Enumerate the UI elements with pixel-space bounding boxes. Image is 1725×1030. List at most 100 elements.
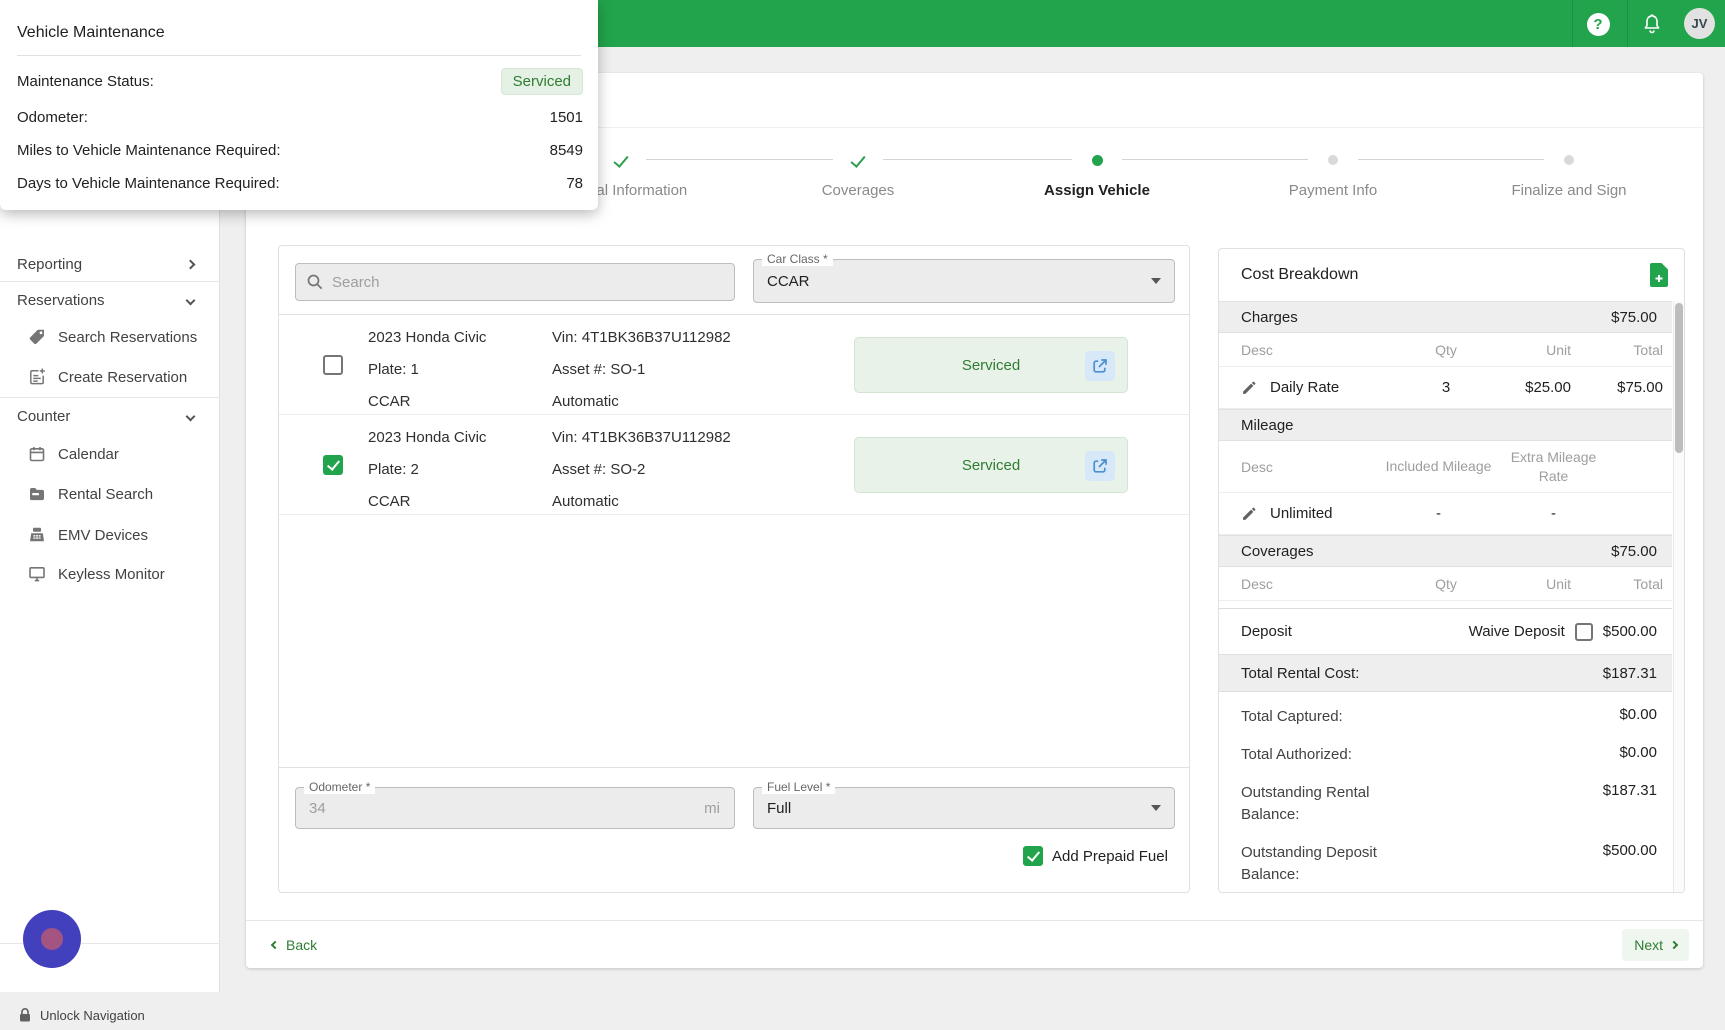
mileage-column-headers: Desc Included Mileage Extra Mileage Rate bbox=[1219, 441, 1672, 493]
charges-total: $75.00 bbox=[1611, 309, 1657, 326]
vehicle-asset: Asset #: SO-1 bbox=[552, 354, 832, 386]
vehicle-row[interactable]: 2023 Honda Civic Plate: 2 CCAR Vin: 4T1B… bbox=[279, 415, 1189, 515]
sidebar-item-emv-devices[interactable]: EMV Devices bbox=[0, 518, 220, 552]
cost-breakdown-panel: Cost Breakdown Charges $75.00 Desc Qty U… bbox=[1218, 248, 1685, 893]
back-button[interactable]: Back bbox=[260, 929, 329, 961]
vehicle-model: 2023 Honda Civic bbox=[368, 322, 548, 354]
days-to-maintenance-row: Days to Vehicle Maintenance Required: 78 bbox=[17, 175, 583, 192]
vehicle-maintenance-popup: Vehicle Maintenance Maintenance Status: … bbox=[0, 0, 598, 210]
chevron-right-icon bbox=[186, 259, 196, 269]
next-button[interactable]: Next bbox=[1622, 929, 1689, 961]
outstanding-rental-balance-row: Outstanding Rental Balance: $187.31 bbox=[1219, 774, 1672, 834]
popup-title: Vehicle Maintenance bbox=[17, 0, 581, 42]
coverages-section-header: Coverages $75.00 bbox=[1219, 535, 1672, 567]
pending-step-dot bbox=[1328, 155, 1338, 165]
payment-terminal-icon bbox=[27, 525, 47, 545]
avatar[interactable]: JV bbox=[1684, 8, 1715, 39]
vehicle-asset: Asset #: SO-2 bbox=[552, 454, 832, 486]
search-input[interactable] bbox=[332, 274, 712, 291]
waive-deposit-checkbox[interactable] bbox=[1575, 623, 1593, 641]
maintenance-status-button[interactable]: Serviced bbox=[854, 337, 1128, 393]
add-prepaid-fuel-toggle[interactable]: Add Prepaid Fuel bbox=[1023, 846, 1168, 866]
sidebar-item-rental-search[interactable]: Rental Search bbox=[0, 477, 220, 511]
unlock-navigation-button[interactable]: Unlock Navigation bbox=[0, 1000, 220, 1030]
spacer bbox=[1219, 601, 1672, 608]
vehicle-search[interactable] bbox=[295, 263, 735, 301]
tag-icon bbox=[27, 327, 47, 347]
total-captured-row: Total Captured: $0.00 bbox=[1219, 698, 1672, 736]
help-icon: ? bbox=[1587, 13, 1610, 36]
dropdown-caret-icon bbox=[1151, 805, 1161, 811]
chevron-left-icon bbox=[271, 941, 279, 949]
charges-section-header: Charges $75.00 bbox=[1219, 301, 1672, 333]
car-class-select[interactable]: Car Class * CCAR bbox=[753, 259, 1175, 303]
external-link-button[interactable] bbox=[1085, 451, 1115, 481]
notifications-button[interactable] bbox=[1636, 8, 1668, 40]
edit-pencil-icon[interactable] bbox=[1241, 379, 1258, 396]
document-plus-icon bbox=[27, 367, 47, 387]
vehicle-transmission: Automatic bbox=[552, 386, 832, 418]
maintenance-status-button[interactable]: Serviced bbox=[854, 437, 1128, 493]
sidebar-divider bbox=[0, 397, 220, 398]
sidebar-item-counter[interactable]: Counter bbox=[0, 399, 220, 433]
sidebar-item-search-reservations[interactable]: Search Reservations bbox=[0, 320, 220, 354]
intercom-fab-button[interactable] bbox=[23, 910, 81, 968]
total-rental-cost-value: $187.31 bbox=[1603, 665, 1657, 682]
sidebar-item-keyless-monitor[interactable]: Keyless Monitor bbox=[0, 557, 220, 591]
sidebar-item-calendar[interactable]: Calendar bbox=[0, 437, 220, 471]
add-charge-button[interactable] bbox=[1648, 262, 1670, 288]
coverages-column-headers: Desc Qty Unit Total bbox=[1219, 567, 1672, 601]
vehicle-assignment-panel: Car Class * CCAR 2023 Honda Civic Plate:… bbox=[278, 245, 1190, 893]
charge-row-daily-rate: Daily Rate 3 $25.00 $75.00 bbox=[1219, 367, 1672, 409]
folder-card-icon bbox=[27, 484, 47, 504]
step-assign-vehicle[interactable]: Assign Vehicle bbox=[997, 146, 1197, 199]
deposit-row: Deposit Waive Deposit $500.00 bbox=[1219, 608, 1672, 654]
charges-column-headers: Desc Qty Unit Total bbox=[1219, 333, 1672, 367]
external-link-button[interactable] bbox=[1085, 351, 1115, 381]
total-rental-cost-row: Total Rental Cost: $187.31 bbox=[1219, 654, 1672, 692]
status-badge: Serviced bbox=[501, 68, 583, 95]
outstanding-deposit-balance-row: Outstanding Deposit Balance: $500.00 bbox=[1219, 834, 1672, 893]
dropdown-caret-icon bbox=[1151, 278, 1161, 284]
chevron-down-icon bbox=[186, 411, 196, 421]
total-authorized-row: Total Authorized: $0.00 bbox=[1219, 736, 1672, 774]
help-button[interactable]: ? bbox=[1582, 8, 1614, 40]
chevron-right-icon bbox=[1670, 941, 1678, 949]
miles-to-maintenance-row: Miles to Vehicle Maintenance Required: 8… bbox=[17, 142, 583, 159]
header-separator bbox=[1572, 0, 1573, 47]
vehicle-checkbox[interactable] bbox=[323, 455, 343, 475]
deposit-amount: $500.00 bbox=[1603, 623, 1657, 640]
step-coverages[interactable]: Coverages bbox=[758, 146, 958, 199]
vehicle-class: CCAR bbox=[368, 386, 548, 418]
waive-deposit-label: Waive Deposit bbox=[1469, 623, 1565, 640]
maintenance-status-row: Maintenance Status: Serviced bbox=[17, 68, 583, 95]
sidebar-item-reporting[interactable]: Reporting bbox=[0, 247, 220, 281]
sidebar-item-create-reservation[interactable]: Create Reservation bbox=[0, 360, 220, 394]
record-dot-icon bbox=[41, 928, 63, 950]
sidebar-item-reservations[interactable]: Reservations bbox=[0, 283, 220, 317]
vehicle-vin: Vin: 4T1BK36B37U112982 bbox=[552, 422, 832, 454]
coverages-total: $75.00 bbox=[1611, 543, 1657, 560]
vehicle-row[interactable]: 2023 Honda Civic Plate: 1 CCAR Vin: 4T1B… bbox=[279, 315, 1189, 415]
odometer-value: 34 bbox=[309, 788, 326, 828]
vehicle-list: 2023 Honda Civic Plate: 1 CCAR Vin: 4T1B… bbox=[279, 314, 1189, 768]
cost-breakdown-title: Cost Breakdown bbox=[1241, 266, 1358, 284]
edit-pencil-icon[interactable] bbox=[1241, 505, 1258, 522]
mileage-section-header: Mileage bbox=[1219, 409, 1672, 441]
step-payment-info[interactable]: Payment Info bbox=[1233, 146, 1433, 199]
odometer-field[interactable]: Odometer * 34 mi bbox=[295, 787, 735, 829]
active-step-dot bbox=[1092, 155, 1103, 166]
vehicle-checkbox[interactable] bbox=[323, 355, 343, 375]
prepaid-fuel-checkbox[interactable] bbox=[1023, 846, 1043, 866]
fuel-level-select[interactable]: Fuel Level * Full bbox=[753, 787, 1175, 829]
step-finalize-and-sign[interactable]: Finalize and Sign bbox=[1469, 146, 1669, 199]
scrollbar-track[interactable] bbox=[1673, 301, 1684, 892]
vehicle-transmission: Automatic bbox=[552, 486, 832, 518]
scrollbar-thumb[interactable] bbox=[1675, 303, 1683, 453]
vehicle-vin: Vin: 4T1BK36B37U112982 bbox=[552, 322, 832, 354]
vehicle-model: 2023 Honda Civic bbox=[368, 422, 548, 454]
vehicle-plate: Plate: 2 bbox=[368, 454, 548, 486]
sidebar-divider bbox=[0, 281, 220, 282]
app-screen: ? JV Reporting Reservations Search Reser… bbox=[0, 0, 1725, 992]
calendar-icon bbox=[27, 444, 47, 464]
